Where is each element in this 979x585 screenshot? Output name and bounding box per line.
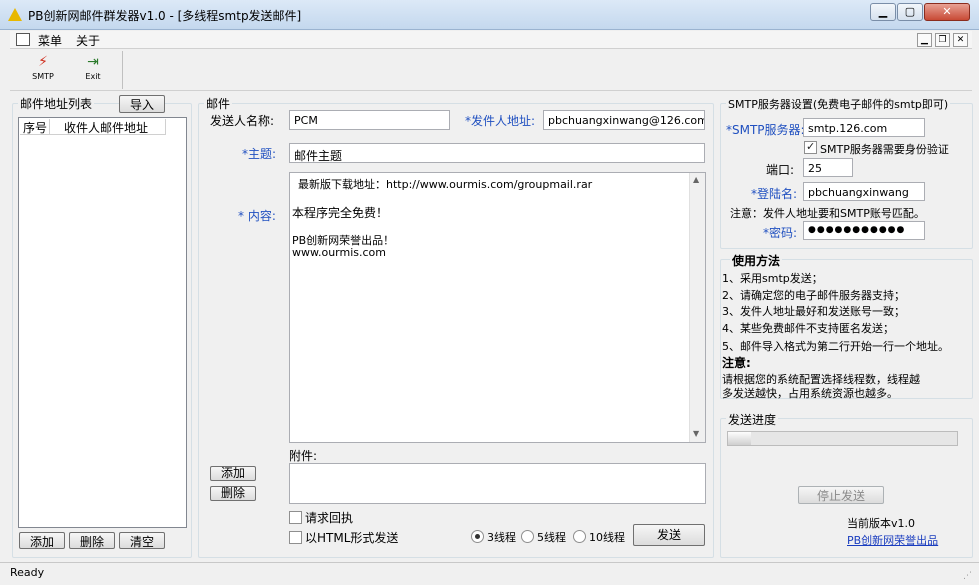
login-input[interactable]: pbchuangxinwang (803, 182, 925, 201)
sender-address-label: *发件人地址: (465, 114, 536, 128)
mdi-minimize-button[interactable]: ▁ (917, 33, 932, 47)
column-header-index[interactable]: 序号 (20, 119, 50, 135)
attachment-label: 附件: (289, 449, 318, 463)
minimize-button[interactable]: ▁ (870, 3, 896, 21)
password-label: *密码: (763, 226, 798, 240)
thread-3-radio[interactable] (471, 530, 484, 543)
address-delete-button[interactable]: 删除 (69, 532, 115, 549)
attachment-list[interactable] (289, 463, 706, 504)
thread-3-label: 3线程 (487, 531, 516, 544)
lightning-icon: ⚡ (38, 54, 48, 70)
smtp-settings-title: SMTP服务器设置(免费电子邮件的smtp即可) (726, 96, 951, 112)
close-button[interactable]: ✕ (924, 3, 970, 21)
toolbar: ⚡ SMTP ⇥ Exit (10, 49, 972, 91)
subject-input[interactable]: 邮件主题 (289, 143, 705, 163)
sender-address-input[interactable]: pbchuangxinwang@126.com (543, 110, 705, 130)
receipt-checkbox[interactable] (289, 511, 302, 524)
progress-bar (727, 431, 958, 446)
address-list-title: 邮件地址列表 (18, 95, 95, 112)
mail-title: 邮件 (204, 95, 233, 112)
usage-line-4: 4、某些免费邮件不支持匿名发送； (722, 322, 894, 335)
window-title: PB创新网邮件群发器v1.0 - [多线程smtp发送邮件] (28, 9, 302, 23)
content-line-4: www.ourmis.com (292, 246, 386, 259)
usage-title: 使用方法 (730, 252, 783, 269)
version-label: 当前版本v1.0 (847, 517, 916, 530)
progress-fill (728, 432, 751, 445)
progress-title: 发送进度 (726, 411, 779, 428)
title-bar: PB创新网邮件群发器v1.0 - [多线程smtp发送邮件] ▁ ▢ ✕ (0, 0, 979, 30)
smtp-note: 注意：发件人地址要和SMTP账号匹配。 (730, 207, 925, 220)
content-label: * 内容: (238, 209, 276, 223)
app-icon (16, 33, 30, 46)
address-add-button[interactable]: 添加 (19, 532, 65, 549)
login-label: *登陆名: (751, 187, 798, 201)
import-button[interactable]: 导入 (119, 95, 165, 113)
scroll-down-icon[interactable]: ▼ (693, 429, 699, 438)
thread-5-radio[interactable] (521, 530, 534, 543)
smtp-auth-label: SMTP服务器需要身份验证 (820, 143, 949, 156)
receipt-label: 请求回执 (305, 511, 354, 525)
exit-toolbar-label: Exit (85, 72, 101, 81)
content-textarea[interactable]: 最新版下载地址：http://www.ourmis.com/groupmail.… (289, 172, 706, 443)
usage-line-2: 2、请确定您的电子邮件服务器支持； (722, 289, 905, 302)
send-button[interactable]: 发送 (633, 524, 705, 546)
port-input[interactable]: 25 (803, 158, 853, 177)
warning-icon (8, 8, 22, 21)
port-label: 端口: (766, 163, 795, 177)
column-header-email[interactable]: 收件人邮件地址 (50, 119, 166, 135)
exit-toolbar-button[interactable]: ⇥ Exit (70, 51, 116, 89)
content-line-1: 最新版下载地址：http://www.ourmis.com/groupmail.… (298, 178, 593, 191)
content-line-2: 本程序完全免费！ (292, 206, 389, 220)
smtp-server-input[interactable]: smtp.126.com (803, 118, 925, 137)
toolbar-separator (122, 51, 123, 89)
address-list-table[interactable]: 序号 收件人邮件地址 (18, 117, 187, 528)
scroll-up-icon[interactable]: ▲ (693, 175, 699, 184)
menu-item-menu[interactable]: 菜单 (38, 32, 62, 49)
resize-grip-icon[interactable]: ⋰ (963, 571, 972, 581)
smtp-toolbar-button[interactable]: ⚡ SMTP (20, 51, 66, 89)
publisher-link[interactable]: PB创新网荣誉出品 (847, 532, 938, 548)
mdi-restore-button[interactable]: ❐ (935, 33, 950, 47)
usage-line-3: 3、发件人地址最好和发送账号一致； (722, 305, 905, 318)
status-bar: Ready ⋰ (0, 562, 979, 585)
sender-name-input[interactable]: PCM (289, 110, 450, 130)
menu-item-about[interactable]: 关于 (76, 32, 100, 49)
password-input[interactable]: ●●●●●●●●●●● (803, 221, 925, 240)
stop-send-button[interactable]: 停止发送 (798, 486, 884, 504)
exit-door-icon: ⇥ (87, 54, 99, 70)
usage-line-5: 5、邮件导入格式为第二行开始一行一个地址。 (722, 340, 949, 353)
mdi-close-button[interactable]: ✕ (953, 33, 968, 47)
smtp-server-label: *SMTP服务器: (726, 123, 805, 137)
attachment-add-button[interactable]: 添加 (210, 466, 256, 481)
menu-bar: 菜单 关于 ▁ ❐ ✕ (10, 31, 972, 49)
thread-10-radio[interactable] (573, 530, 586, 543)
thread-5-label: 5线程 (537, 531, 566, 544)
subject-label: *主题: (242, 147, 277, 161)
maximize-button[interactable]: ▢ (897, 3, 923, 21)
smtp-toolbar-label: SMTP (32, 72, 54, 81)
usage-note-title: 注意: (722, 356, 751, 370)
html-label: 以HTML形式发送 (305, 531, 399, 545)
thread-10-label: 10线程 (589, 531, 625, 544)
html-checkbox[interactable] (289, 531, 302, 544)
address-clear-button[interactable]: 清空 (119, 532, 165, 549)
smtp-auth-checkbox[interactable] (804, 140, 817, 154)
sender-name-label: 发送人名称: (210, 114, 275, 128)
usage-line-1: 1、采用smtp发送； (722, 272, 823, 285)
content-scrollbar[interactable]: ▲ ▼ (689, 173, 705, 442)
attachment-delete-button[interactable]: 删除 (210, 486, 256, 501)
status-text: Ready (10, 566, 45, 579)
usage-note-line-2: 多发送越快，占用系统资源也越多。 (722, 387, 898, 400)
